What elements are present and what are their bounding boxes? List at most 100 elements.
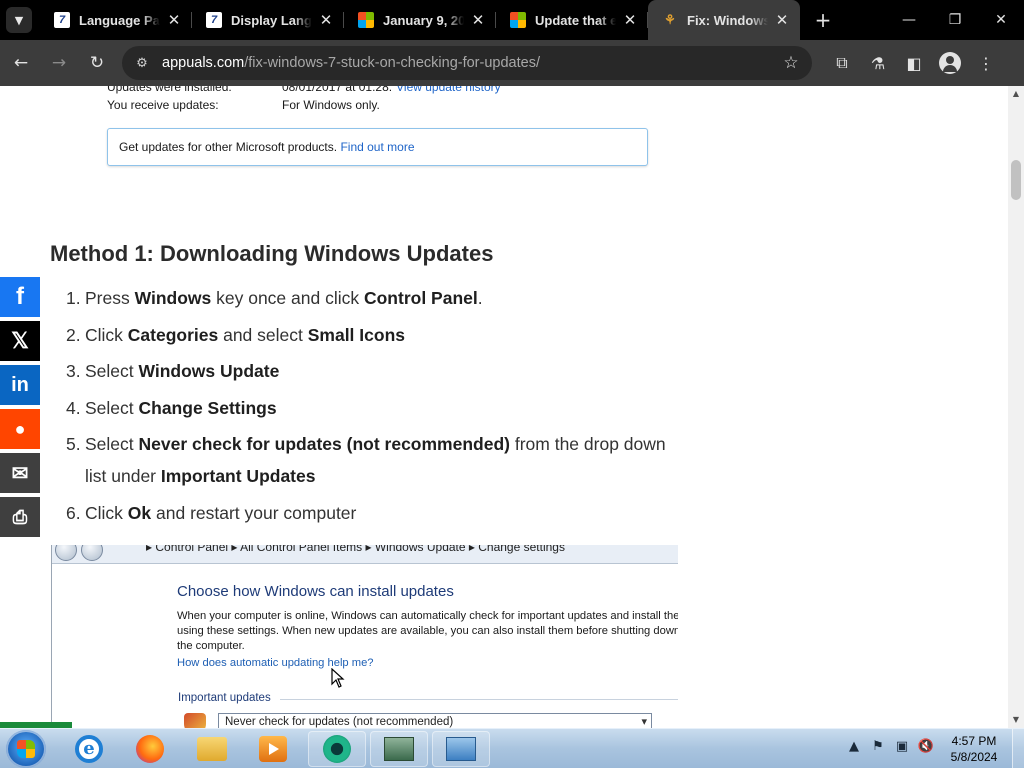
firefox-taskbar-button[interactable] [121,731,179,767]
window-controls: — ❐ ✕ [886,0,1024,40]
step-item: 6. Click Ok and restart your computer [66,497,686,529]
clock-time: 4:57 PM [951,734,997,748]
toolbar-icons: ⧉ ⚗ ◧ ⋮ [824,46,1004,80]
step-bold-term: Categories [127,324,219,345]
folder-icon [197,737,227,761]
firefox-icon [136,735,164,763]
microsoft-icon [510,12,526,28]
step-item: 5. Select Never check for updates (not re… [66,428,686,492]
appuals-7-icon: 7 [54,12,70,28]
step-bold-term: Control Panel [363,288,478,308]
tray-expand-icon[interactable]: ▲ [842,739,866,754]
embed-heading: Choose how Windows can install updates [177,583,454,600]
close-icon[interactable]: ✕ [774,11,790,29]
scrollbar-thumb[interactable] [1011,160,1021,200]
step-text: and restart your computer [151,502,357,523]
extensions-puzzle-icon[interactable]: ⧉ [824,46,860,80]
print-icon[interactable]: ⎙ [0,497,40,537]
close-icon[interactable]: ✕ [470,11,486,29]
taskbar-clock[interactable]: 4:57 PM 5/8/2024 [944,733,1004,765]
close-icon[interactable]: ✕ [622,11,638,29]
step-number: 4. [66,397,81,418]
update-row-label: Updates were installed: [107,86,232,94]
step-number: 2. [66,324,81,345]
tab-list: 7 Language Pack ✕ 7 Display Langua ✕ Jan… [40,0,800,40]
address-bar[interactable]: ⚙ appuals.com/fix-windows-7-stuck-on-che… [122,46,812,80]
url-text[interactable]: appuals.com/fix-windows-7-stuck-on-check… [162,55,780,71]
step-text: Press [85,288,135,308]
bookmark-star-icon[interactable]: ☆ [780,53,802,73]
tab-display-language[interactable]: 7 Display Langua ✕ [192,0,344,40]
windows-logo-icon [17,740,35,758]
tab-title: Display Langua [231,12,312,28]
tab-search-chevron-icon[interactable]: ▼ [6,7,32,33]
back-arrow-icon[interactable]: ← [4,46,38,80]
shield-icon [184,713,206,728]
step-text: Select [85,397,139,418]
embed-address-bar: ▸ Control Panel ▸ All Control Panel Item… [52,545,678,564]
restore-icon[interactable]: ❐ [932,0,978,40]
labs-flask-icon[interactable]: ⚗ [860,46,896,80]
find-out-more-link[interactable]: Find out more [340,140,414,154]
volume-muted-icon[interactable]: 🔇 [914,739,938,754]
step-item: 2. Click Categories and select Small Icon… [66,319,686,351]
internet-explorer-taskbar-button[interactable]: e [60,731,118,767]
internet-explorer-icon: e [75,735,103,763]
step-number: 6. [66,502,81,523]
dialog-taskbar-button[interactable] [370,731,428,767]
tab-update-that[interactable]: Update that en ✕ [496,0,648,40]
email-share-icon[interactable]: ✉ [0,453,40,493]
info-box-text: Get updates for other Microsoft products… [119,140,338,154]
mouse-cursor-icon [331,668,345,688]
profile-avatar-icon[interactable] [932,46,968,80]
close-icon[interactable]: ✕ [166,11,182,29]
method-heading: Method 1: Downloading Windows Updates [50,241,494,266]
control-panel-icon [446,737,476,761]
embed-breadcrumb: ▸ Control Panel ▸ All Control Panel Item… [146,545,565,554]
control-panel-taskbar-button[interactable] [432,731,490,767]
scroll-down-arrow-icon[interactable]: ▼ [1008,712,1024,728]
tab-strip: ▼ 7 Language Pack ✕ 7 Display Langua ✕ J… [0,0,1024,40]
appuals-7-icon: 7 [206,12,222,28]
embed-nav-buttons [55,545,107,561]
tab-january-9[interactable]: January 9, 2024 ✕ [344,0,496,40]
media-player-taskbar-button[interactable] [244,731,302,767]
step-bold-term: Change Settings [138,397,277,418]
action-center-flag-icon[interactable]: ⚑ [866,739,890,754]
step-number: 5. [66,434,81,454]
clock-date: 5/8/2024 [950,750,998,764]
window-dialog-icon [384,737,414,761]
step-number: 1. [66,288,81,308]
step-text: key once and click [211,288,364,308]
close-window-icon[interactable]: ✕ [978,0,1024,40]
show-desktop-button[interactable] [1012,729,1024,769]
minimize-icon[interactable]: — [886,0,932,40]
forward-arrow-icon[interactable]: → [42,46,76,80]
menu-kebab-icon[interactable]: ⋮ [968,46,1004,80]
view-update-history-link[interactable]: View update history [396,86,501,94]
chrome-icon [323,735,351,763]
step-bold-term: Windows [134,288,212,308]
start-button[interactable] [6,730,46,768]
explorer-taskbar-button[interactable] [183,731,241,767]
step-item: 4. Select Change Settings [66,392,686,424]
tab-language-pack[interactable]: 7 Language Pack ✕ [40,0,192,40]
close-icon[interactable]: ✕ [318,11,334,29]
reddit-share-icon[interactable]: ● [0,409,40,449]
x-share-icon[interactable]: 𝕏 [0,321,40,361]
tab-fix-windows-7[interactable]: ⚘ Fix: Windows 7 ✕ [648,0,800,40]
linkedin-share-icon[interactable]: in [0,365,40,405]
update-row-label: You receive updates: [107,98,219,112]
site-info-tune-icon[interactable]: ⚙ [132,56,152,71]
step-text: . [477,288,483,308]
tab-title: January 9, 2024 [383,12,464,28]
side-panel-icon[interactable]: ◧ [896,46,932,80]
scroll-up-arrow-icon[interactable]: ▲ [1008,86,1024,102]
network-icon[interactable]: ▣ [890,739,914,754]
new-tab-plus-icon[interactable]: + [808,5,838,35]
reload-icon[interactable]: ↻ [80,46,114,80]
windows-update-screenshot: ▸ Control Panel ▸ All Control Panel Item… [51,545,678,728]
facebook-share-icon[interactable]: f [0,277,40,317]
page-scrollbar[interactable]: ▲ ▼ [1008,86,1024,728]
chrome-taskbar-button[interactable] [308,731,366,767]
